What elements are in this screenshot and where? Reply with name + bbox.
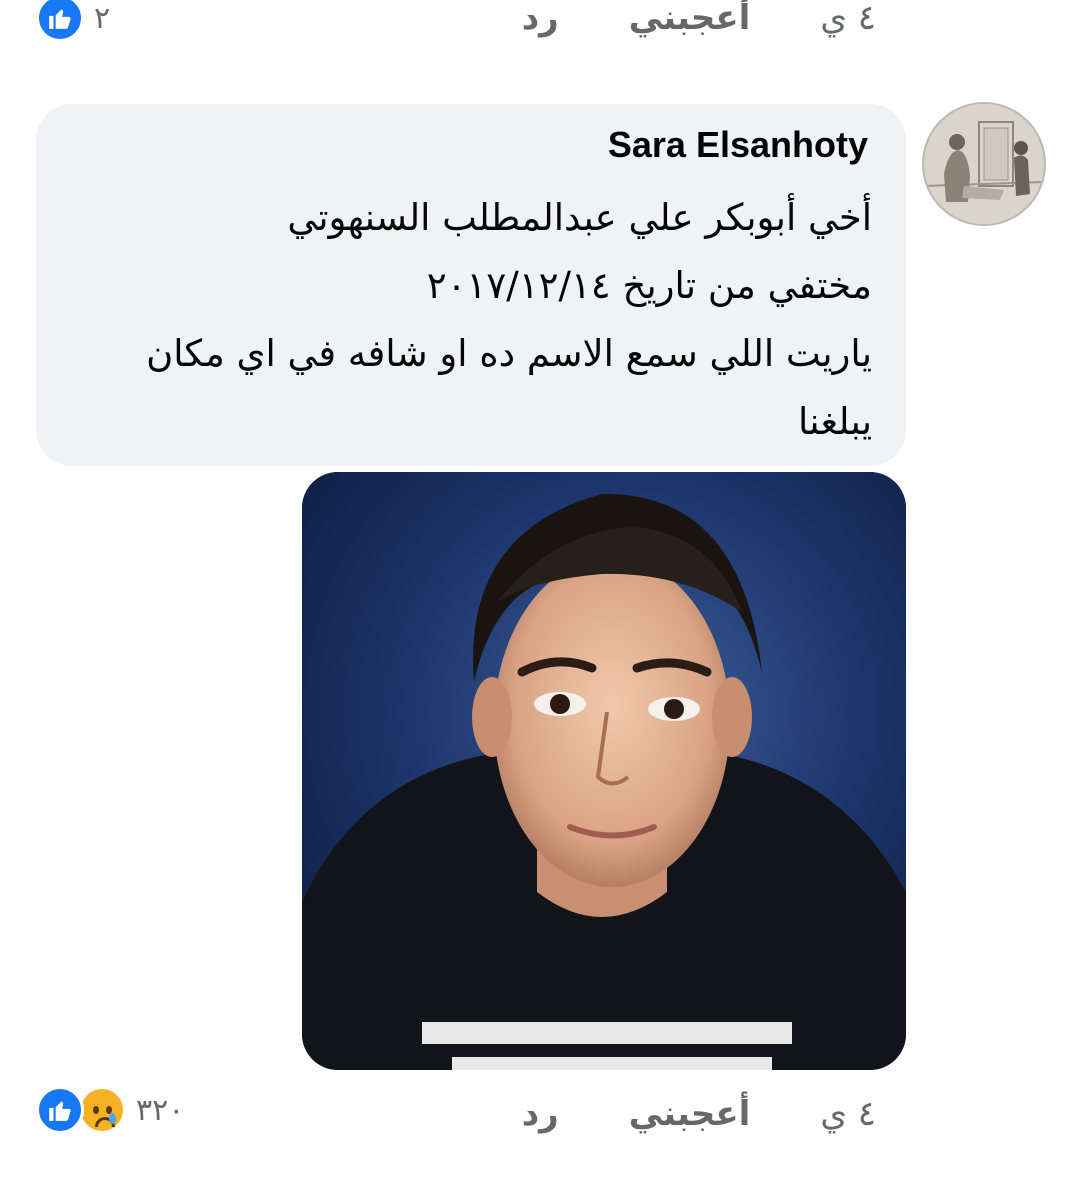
- comment-line: أخي أبوبكر علي عبدالمطلب السنهوتي: [287, 196, 872, 239]
- comment-text: أخي أبوبكر علي عبدالمطلب السنهوتي مختفي …: [72, 184, 872, 456]
- sad-reaction-icon: [78, 1086, 126, 1134]
- reaction-count: ٣٢٠: [136, 1092, 185, 1128]
- comment-author-name[interactable]: Sara Elsanhoty: [608, 124, 868, 166]
- comment-line: مختفي من تاريخ ٢٠١٧/١٢/١٤: [426, 264, 872, 307]
- like-reaction-icon: [36, 1086, 84, 1134]
- like-reaction-icon: [36, 0, 84, 42]
- reaction-count: ٢: [94, 0, 111, 36]
- portrait-image: [302, 472, 906, 1070]
- comment-line: ياريت اللي سمع الاسم ده او شافه في اي مك…: [146, 332, 872, 375]
- comment-bubble[interactable]: Sara Elsanhoty أخي أبوبكر علي عبدالمطلب …: [36, 104, 906, 466]
- comment-time[interactable]: ٤ ي: [820, 0, 876, 38]
- avatar-sketch-image: [924, 104, 1044, 224]
- comment-reactions[interactable]: ٣٢٠: [36, 1086, 184, 1134]
- comment-actions: ٤ ي أعجبني رد: [522, 1092, 876, 1136]
- previous-comment-actions: ٤ ي أعجبني رد: [522, 0, 876, 40]
- comment-photo[interactable]: [302, 472, 906, 1070]
- comment-time[interactable]: ٤ ي: [820, 1094, 876, 1134]
- like-button[interactable]: أعجبني: [629, 0, 751, 38]
- comment-line: يبلغنا: [798, 400, 872, 443]
- reply-button[interactable]: رد: [522, 1094, 559, 1134]
- previous-reactions[interactable]: ٢: [36, 0, 110, 42]
- author-avatar[interactable]: [924, 104, 1044, 224]
- like-button[interactable]: أعجبني: [629, 1094, 751, 1134]
- reply-button[interactable]: رد: [522, 0, 559, 38]
